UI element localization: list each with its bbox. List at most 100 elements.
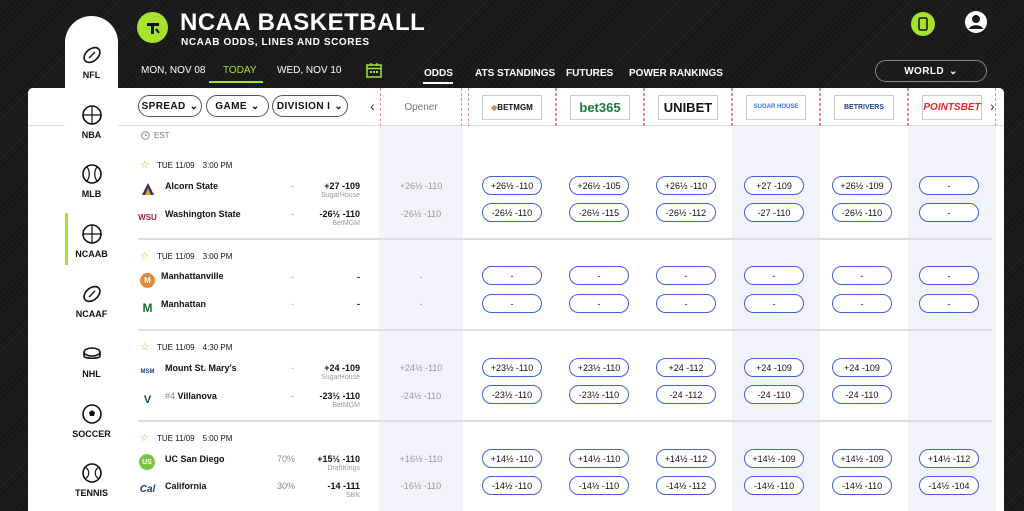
odds-button[interactable]: +23½ -110 xyxy=(569,358,629,377)
team-name[interactable]: Alcorn State xyxy=(165,181,218,191)
tab-futures[interactable]: FUTURES xyxy=(566,68,613,79)
scroll-left-arrow-icon[interactable]: ‹ xyxy=(370,98,375,114)
odds-button[interactable]: - xyxy=(569,266,629,285)
team-logo-icon: US xyxy=(139,454,155,470)
tab-power-rankings[interactable]: POWER RANKINGS xyxy=(629,68,723,79)
odds-button[interactable]: -24 -110 xyxy=(832,385,892,404)
odds-button[interactable]: -23½ -110 xyxy=(482,385,542,404)
odds-button[interactable]: +26½ -110 xyxy=(482,176,542,195)
division-dropdown[interactable]: DIVISION I ⌄ xyxy=(272,95,348,117)
odds-button[interactable]: - xyxy=(832,294,892,313)
odds-button[interactable]: -14½ -110 xyxy=(832,476,892,495)
sidebar-item-label: NCAAF xyxy=(75,309,108,319)
team-logo-icon: MSM xyxy=(140,368,155,375)
odds-button[interactable]: +14½ -112 xyxy=(656,449,716,468)
odds-button[interactable]: - xyxy=(482,266,542,285)
book-sugarhouse[interactable]: SUGAR HOUSE xyxy=(732,88,820,126)
odds-button[interactable]: -26½ -115 xyxy=(569,203,629,222)
star-icon[interactable]: ☆ xyxy=(140,251,149,262)
team-name[interactable]: #4 Villanova xyxy=(165,391,217,401)
user-account-icon[interactable] xyxy=(964,10,988,34)
date-prev-tab[interactable]: MON, NOV 08 xyxy=(141,65,205,76)
odds-button[interactable]: +14½ -109 xyxy=(744,449,804,468)
odds-button[interactable]: +27 -109 xyxy=(744,176,804,195)
team-name[interactable]: Washington State xyxy=(165,209,241,219)
odds-button[interactable]: +14½ -112 xyxy=(919,449,979,468)
tennis-ball-icon xyxy=(81,463,102,483)
sidebar-item-nba[interactable]: NBA xyxy=(65,104,118,140)
book-bet365[interactable]: bet365 xyxy=(556,88,644,126)
odds-button[interactable]: - xyxy=(482,294,542,313)
opener-value: -26½ -110 xyxy=(400,209,442,219)
star-icon[interactable]: ☆ xyxy=(140,160,149,171)
date-next-tab[interactable]: WED, NOV 10 xyxy=(277,65,341,76)
star-icon[interactable]: ☆ xyxy=(140,342,149,353)
odds-button[interactable]: +14½ -110 xyxy=(482,449,542,468)
odds-button[interactable]: -14½ -110 xyxy=(744,476,804,495)
odds-button[interactable]: +23½ -110 xyxy=(482,358,542,377)
game-header: ☆ TUE 11/09 5:00 PM xyxy=(140,433,232,444)
opener-value: -16½ -110 xyxy=(400,481,442,491)
odds-button[interactable]: +24 -109 xyxy=(744,358,804,377)
odds-button[interactable]: -14½ -110 xyxy=(482,476,542,495)
odds-button[interactable]: -14½ -112 xyxy=(656,476,716,495)
odds-button[interactable]: -14½ -110 xyxy=(569,476,629,495)
sidebar-item-soccer[interactable]: SOCCER xyxy=(65,403,118,439)
calendar-icon[interactable] xyxy=(366,62,382,83)
best-line-book: SugarHouse xyxy=(321,374,360,381)
odds-button[interactable]: -24 -110 xyxy=(744,385,804,404)
odds-button[interactable]: - xyxy=(569,294,629,313)
game-dropdown[interactable]: GAME ⌄ xyxy=(206,95,269,117)
odds-button[interactable]: +24 -109 xyxy=(832,358,892,377)
odds-button[interactable]: - xyxy=(919,294,979,313)
site-logo-icon[interactable] xyxy=(137,12,168,43)
odds-button[interactable]: - xyxy=(832,266,892,285)
tab-ats-standings[interactable]: ATS STANDINGS xyxy=(475,68,555,79)
odds-button[interactable]: - xyxy=(744,294,804,313)
mobile-app-icon[interactable] xyxy=(911,12,935,36)
odds-button[interactable]: -27 -110 xyxy=(744,203,804,222)
odds-button[interactable]: +26½ -110 xyxy=(656,176,716,195)
team-name[interactable]: Mount St. Mary's xyxy=(165,363,237,373)
best-line: -14 -111 SBK xyxy=(290,481,360,499)
spread-dropdown[interactable]: SPREAD ⌄ xyxy=(138,95,202,117)
odds-button[interactable]: - xyxy=(744,266,804,285)
sidebar-item-tennis[interactable]: TENNIS xyxy=(65,462,118,498)
odds-button[interactable]: +26½ -109 xyxy=(832,176,892,195)
odds-button[interactable]: -14½ -104 xyxy=(919,476,979,495)
odds-button[interactable]: -23½ -110 xyxy=(569,385,629,404)
date-today-tab[interactable]: TODAY xyxy=(223,65,257,76)
book-pointsbet[interactable]: POINTSBET xyxy=(908,88,996,126)
team-name[interactable]: Manhattanville xyxy=(161,271,224,281)
sidebar-item-nfl[interactable]: NFL xyxy=(65,44,118,80)
team-name[interactable]: Manhattan xyxy=(161,299,206,309)
odds-button[interactable]: +26½ -105 xyxy=(569,176,629,195)
odds-button[interactable]: +14½ -109 xyxy=(832,449,892,468)
star-icon[interactable]: ☆ xyxy=(140,433,149,444)
odds-button[interactable]: +14½ -110 xyxy=(569,449,629,468)
odds-button[interactable]: - xyxy=(656,266,716,285)
odds-button[interactable]: -26½ -110 xyxy=(482,203,542,222)
odds-button[interactable]: - xyxy=(656,294,716,313)
sidebar-item-nhl[interactable]: NHL xyxy=(65,343,118,379)
sidebar-item-mlb[interactable]: MLB xyxy=(65,163,118,199)
odds-button[interactable]: - xyxy=(919,203,979,222)
chevron-down-icon: ⌄ xyxy=(189,100,199,112)
region-dropdown[interactable]: WORLD ⌄ xyxy=(875,60,987,82)
odds-button[interactable]: -24 -112 xyxy=(656,385,716,404)
tab-odds[interactable]: ODDS xyxy=(424,68,453,79)
division-label: DIVISION I xyxy=(276,100,331,112)
sidebar-item-ncaaf[interactable]: NCAAF xyxy=(65,283,118,319)
book-betrivers[interactable]: BETRIVERS xyxy=(820,88,908,126)
odds-button[interactable]: -26½ -112 xyxy=(656,203,716,222)
team-name[interactable]: California xyxy=(165,481,207,491)
odds-button[interactable]: +24 -112 xyxy=(656,358,716,377)
odds-button[interactable]: -26½ -110 xyxy=(832,203,892,222)
team-name[interactable]: UC San Diego xyxy=(165,454,225,464)
sidebar-item-ncaab[interactable]: NCAAB xyxy=(65,223,118,259)
book-unibet[interactable]: UNIBET xyxy=(644,88,732,126)
scroll-right-arrow-icon[interactable]: › xyxy=(990,98,995,114)
book-betmgm[interactable]: ◆ BETMGM xyxy=(468,88,556,126)
odds-button[interactable]: - xyxy=(919,176,979,195)
odds-button[interactable]: - xyxy=(919,266,979,285)
